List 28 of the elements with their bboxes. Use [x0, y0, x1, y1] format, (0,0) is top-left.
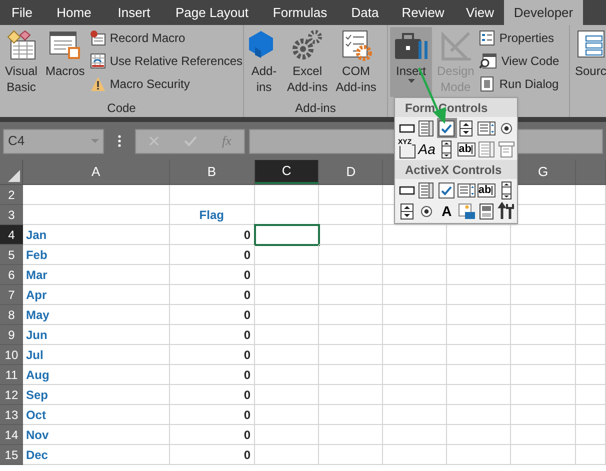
- table-cell: 0: [170, 445, 255, 465]
- table-cell: Jun: [22, 325, 170, 345]
- table-cell: Nov: [22, 425, 170, 445]
- table-cell: May: [22, 305, 170, 325]
- table-cell: 0: [170, 365, 255, 385]
- table-cell: Flag: [170, 205, 255, 225]
- section-heading: ActiveX Controls: [395, 160, 517, 179]
- table-cell: 0: [170, 265, 255, 285]
- table-cell: 0: [170, 405, 255, 425]
- table-cell: 0: [170, 385, 255, 405]
- table-cell: 0: [170, 225, 255, 245]
- table-cell: 0: [170, 345, 255, 365]
- table-cell: Jan: [22, 225, 170, 245]
- table-cell: Oct: [22, 405, 170, 425]
- group-label: Code: [107, 100, 136, 117]
- table-cell: Feb: [22, 245, 170, 265]
- table-cell: 0: [170, 425, 255, 445]
- table-cell: 0: [170, 245, 255, 265]
- table-cell: Sep: [22, 385, 170, 405]
- table-cell: 0: [170, 325, 255, 345]
- table-cell: Jul: [22, 345, 170, 365]
- table-cell: Apr: [22, 285, 170, 305]
- table-cell: Mar: [22, 265, 170, 285]
- table-cell: 0: [170, 285, 255, 305]
- table-cell: Aug: [22, 365, 170, 385]
- table-cell: Dec: [22, 445, 170, 465]
- table-cell: 0: [170, 305, 255, 325]
- group-label: Add-ins: [295, 100, 336, 117]
